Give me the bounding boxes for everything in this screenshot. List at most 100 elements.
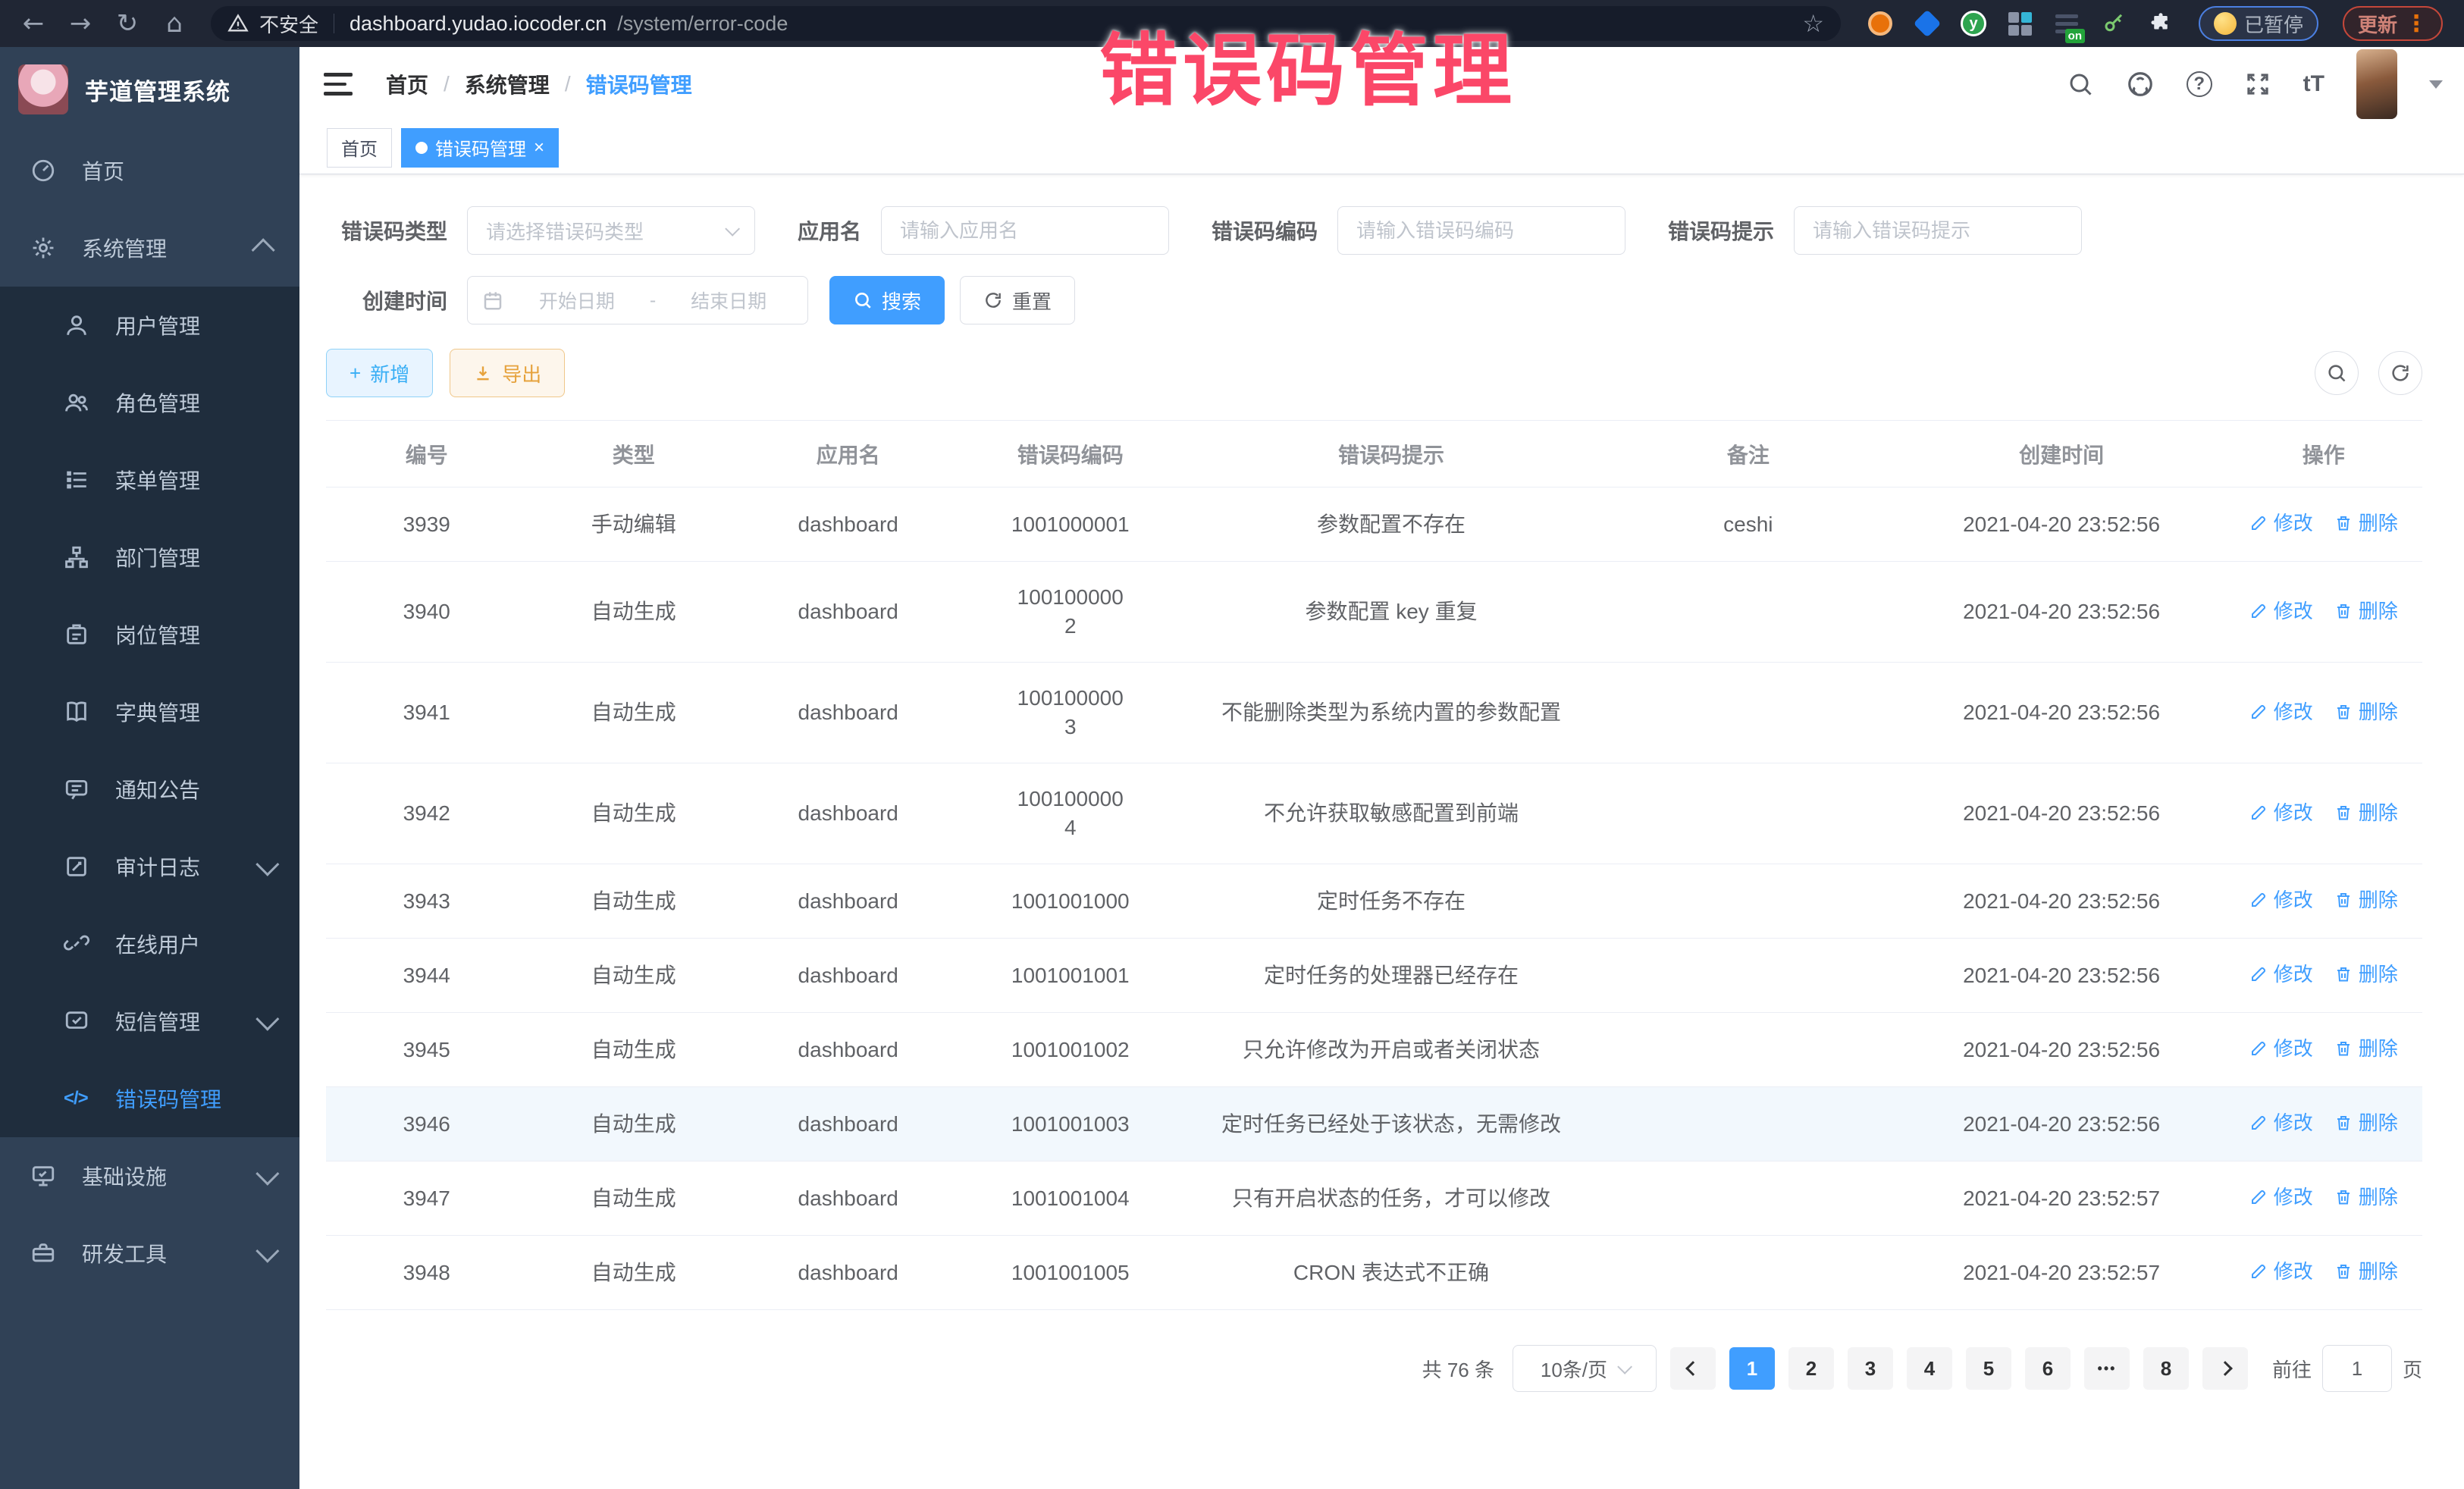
header-search-icon[interactable] — [2067, 71, 2094, 98]
sidebar-item-system-management[interactable]: 系统管理 — [0, 209, 299, 287]
error-code-type-select[interactable]: 请选择错误码类型 — [467, 206, 755, 255]
delete-link[interactable]: 删除 — [2334, 886, 2398, 914]
sidebar-item-role-management[interactable]: 角色管理 — [0, 364, 299, 441]
sidebar-item-user-management[interactable]: 用户管理 — [0, 287, 299, 364]
tag-close-icon[interactable]: × — [534, 137, 544, 158]
sidebar-item-dict-management[interactable]: 字典管理 — [0, 673, 299, 751]
extension-icon[interactable] — [2100, 10, 2127, 37]
sidebar-item-dev-tools[interactable]: 研发工具 — [0, 1215, 299, 1292]
delete-link[interactable]: 删除 — [2334, 1257, 2398, 1286]
profile-paused-badge[interactable]: 已暂停 — [2199, 6, 2318, 41]
edit-link[interactable]: 修改 — [2249, 1034, 2313, 1063]
tag-home[interactable]: 首页 — [327, 128, 392, 168]
error-message-input[interactable] — [1794, 206, 2082, 255]
page-button-5[interactable]: 5 — [1966, 1347, 2011, 1390]
extension-icon[interactable]: y — [1961, 11, 1986, 36]
browser-home-icon[interactable]: ⌂ — [153, 6, 196, 41]
sidebar-item-error-code-management[interactable]: </> 错误码管理 — [0, 1060, 299, 1137]
tag-error-code-management[interactable]: 错误码管理 × — [401, 128, 559, 168]
page-button-8[interactable]: 8 — [2143, 1347, 2189, 1390]
edit-link[interactable]: 修改 — [2249, 697, 2313, 726]
edit-link[interactable]: 修改 — [2249, 960, 2313, 989]
breadcrumb-home[interactable]: 首页 — [386, 69, 428, 99]
delete-link[interactable]: 删除 — [2334, 1108, 2398, 1137]
edit-link[interactable]: 修改 — [2249, 886, 2313, 914]
page-button-3[interactable]: 3 — [1848, 1347, 1893, 1390]
sidebar-item-home[interactable]: 首页 — [0, 132, 299, 209]
extensions-puzzle-icon[interactable] — [2147, 10, 2174, 37]
app-name-input[interactable] — [881, 206, 1169, 255]
delete-link[interactable]: 删除 — [2334, 798, 2398, 827]
dashboard-icon — [30, 158, 58, 183]
refresh-table-button[interactable] — [2378, 351, 2422, 395]
extension-icon[interactable] — [2006, 10, 2033, 37]
search-button[interactable]: 搜索 — [829, 276, 945, 324]
col-header-type[interactable]: 类型 — [527, 421, 740, 487]
extension-icon[interactable] — [1867, 10, 1894, 37]
browser-menu-kebab-icon[interactable]: ⋮ — [2405, 11, 2428, 37]
browser-back-icon[interactable]: ← — [12, 6, 55, 41]
filter-error-code: 错误码编码 — [1212, 206, 1625, 255]
sidebar-item-menu-management[interactable]: 菜单管理 — [0, 441, 299, 519]
edit-link[interactable]: 修改 — [2249, 509, 2313, 538]
toggle-search-button[interactable] — [2315, 351, 2359, 395]
breadcrumb-system[interactable]: 系统管理 — [465, 69, 550, 99]
delete-link[interactable]: 删除 — [2334, 1034, 2398, 1063]
font-size-icon[interactable]: tT — [2303, 71, 2324, 97]
app-logo-row[interactable]: 芋道管理系统 — [0, 47, 299, 132]
delete-link[interactable]: 删除 — [2334, 1183, 2398, 1212]
extension-icon[interactable]: on — [2053, 10, 2080, 37]
bookmark-star-icon[interactable]: ☆ — [1802, 9, 1824, 38]
edit-link[interactable]: 修改 — [2249, 798, 2313, 827]
security-label[interactable]: 不安全 — [259, 10, 318, 38]
user-menu-caret-icon[interactable] — [2429, 80, 2443, 89]
edit-link[interactable]: 修改 — [2249, 1183, 2313, 1212]
sidebar-item-sms-management[interactable]: 短信管理 — [0, 983, 299, 1060]
sidebar-item-online-user[interactable]: 在线用户 — [0, 905, 299, 983]
address-bar[interactable]: 不安全 dashboard.yudao.iocoder.cn/system/er… — [211, 6, 1841, 41]
page-button-2[interactable]: 2 — [1788, 1347, 1834, 1390]
create-time-range-picker[interactable]: 开始日期 - 结束日期 — [467, 276, 808, 324]
fullscreen-icon[interactable] — [2244, 71, 2271, 98]
page-button-1[interactable]: 1 — [1729, 1347, 1775, 1390]
sidebar-item-notice-announcement[interactable]: 通知公告 — [0, 751, 299, 828]
delete-link[interactable]: 删除 — [2334, 960, 2398, 989]
sidebar-item-infrastructure[interactable]: 基础设施 — [0, 1137, 299, 1215]
breadcrumb-current[interactable]: 错误码管理 — [586, 69, 692, 99]
page-button-6[interactable]: 6 — [2025, 1347, 2071, 1390]
col-header-app[interactable]: 应用名 — [740, 421, 957, 487]
col-header-created[interactable]: 创建时间 — [1898, 421, 2225, 487]
sidebar-collapse-icon[interactable] — [324, 73, 353, 96]
prev-page-button[interactable] — [1670, 1347, 1716, 1390]
help-icon[interactable]: ? — [2187, 71, 2212, 97]
github-icon[interactable] — [2126, 70, 2155, 99]
add-button[interactable]: + 新增 — [326, 349, 433, 397]
page-ellipsis-button[interactable]: ••• — [2084, 1347, 2130, 1390]
delete-link[interactable]: 删除 — [2334, 509, 2398, 538]
edit-link[interactable]: 修改 — [2249, 1108, 2313, 1137]
page-button-4[interactable]: 4 — [1907, 1347, 1952, 1390]
user-avatar[interactable] — [2356, 49, 2397, 119]
delete-link[interactable]: 删除 — [2334, 697, 2398, 726]
delete-link[interactable]: 删除 — [2334, 597, 2398, 625]
sidebar-item-audit-log[interactable]: 审计日志 — [0, 828, 299, 905]
sidebar-item-dept-management[interactable]: 部门管理 — [0, 519, 299, 596]
error-code-input[interactable] — [1337, 206, 1625, 255]
browser-forward-icon[interactable]: → — [59, 6, 102, 41]
sidebar-item-post-management[interactable]: 岗位管理 — [0, 596, 299, 673]
edit-link[interactable]: 修改 — [2249, 597, 2313, 625]
col-header-message[interactable]: 错误码提示 — [1184, 421, 1598, 487]
extension-icon[interactable] — [1914, 10, 1941, 37]
goto-page-input[interactable] — [2322, 1345, 2392, 1392]
col-header-code[interactable]: 错误码编码 — [956, 421, 1184, 487]
browser-update-button[interactable]: 更新 ⋮ — [2343, 6, 2443, 41]
next-page-button[interactable] — [2202, 1347, 2248, 1390]
browser-reload-icon[interactable]: ↻ — [106, 6, 149, 41]
edit-link[interactable]: 修改 — [2249, 1257, 2313, 1286]
col-header-remark[interactable]: 备注 — [1598, 421, 1898, 487]
export-button[interactable]: 导出 — [450, 349, 565, 397]
page-size-select[interactable]: 10条/页 — [1513, 1345, 1657, 1392]
col-header-ops[interactable]: 操作 — [2224, 421, 2422, 487]
reset-button[interactable]: 重置 — [960, 276, 1075, 324]
col-header-id[interactable]: 编号 — [326, 421, 527, 487]
